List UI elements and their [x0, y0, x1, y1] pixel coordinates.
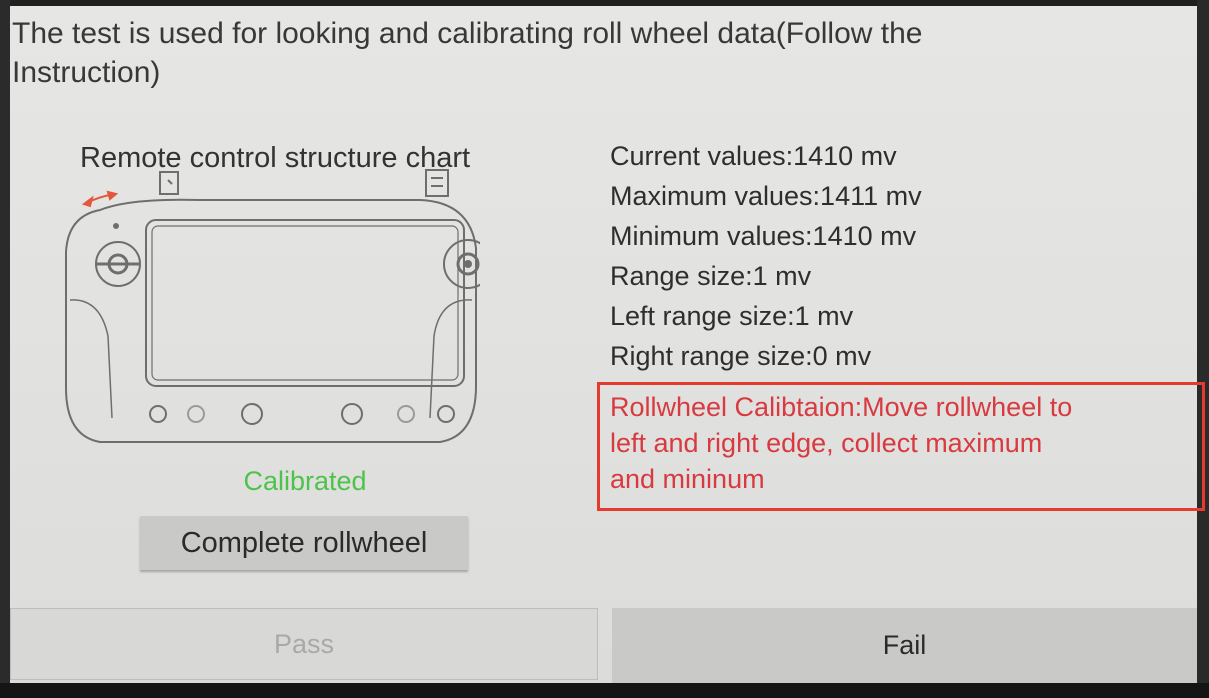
calibration-line-3: and mininum — [610, 464, 765, 494]
calibration-line-2: left and right edge, collect maximum — [610, 428, 1043, 458]
button-1 — [149, 405, 167, 423]
indicator-dot — [113, 223, 119, 229]
left-contour — [69, 299, 113, 419]
left-top-nub — [159, 171, 179, 195]
maximum-value: Maximum values:1411 mv — [610, 181, 922, 211]
remote-controller-illustration — [65, 169, 480, 443]
button-2 — [187, 405, 205, 423]
instruction-line-1: The test is used for looking and calibra… — [12, 17, 923, 50]
right-stick-outer — [443, 239, 480, 289]
calibration-status: Calibrated — [243, 466, 367, 496]
complete-rollwheel-button[interactable]: Complete rollwheel — [140, 516, 468, 570]
button-6 — [437, 405, 455, 423]
range-size: Range size:1 mv — [610, 261, 812, 291]
current-value: Current values:1410 mv — [610, 141, 897, 171]
left-range-size: Left range size:1 mv — [610, 301, 854, 331]
rollwheel-values: Current values:1410 mv Maximum values:14… — [610, 136, 1170, 376]
button-5 — [397, 405, 415, 423]
right-top-nub — [425, 169, 449, 197]
minimum-value: Minimum values:1410 mv — [610, 221, 917, 251]
controller-screen — [145, 219, 465, 387]
right-range-size: Right range size:0 mv — [610, 341, 872, 371]
controller-screen-inner — [151, 225, 459, 381]
controller-body — [65, 198, 477, 443]
screen-left-edge — [0, 0, 10, 683]
remote-controller-diagram — [60, 168, 480, 458]
screen-top-edge — [0, 0, 1209, 6]
right-top-nub-detail — [431, 177, 443, 187]
rollwheel-arrow — [81, 190, 119, 208]
button-4 — [341, 403, 363, 425]
button-3 — [241, 403, 263, 425]
fail-button[interactable]: Fail — [612, 608, 1197, 683]
test-screen: The test is used for looking and calibra… — [0, 0, 1209, 683]
instruction-text: The test is used for looking and calibra… — [12, 14, 1072, 92]
calibration-line-1: Rollwheel Calibtaion:Move rollwheel to — [610, 392, 1073, 422]
right-contour — [429, 299, 473, 419]
left-top-nub-detail — [167, 179, 173, 185]
right-stick-dot — [464, 260, 472, 268]
instruction-line-2: Instruction) — [12, 56, 161, 89]
screen-right-edge — [1197, 0, 1209, 683]
calibration-instructions: Rollwheel Calibtaion:Move rollwheel to l… — [610, 389, 1200, 497]
device-bezel — [0, 683, 1209, 698]
pass-button[interactable]: Pass — [10, 608, 598, 680]
